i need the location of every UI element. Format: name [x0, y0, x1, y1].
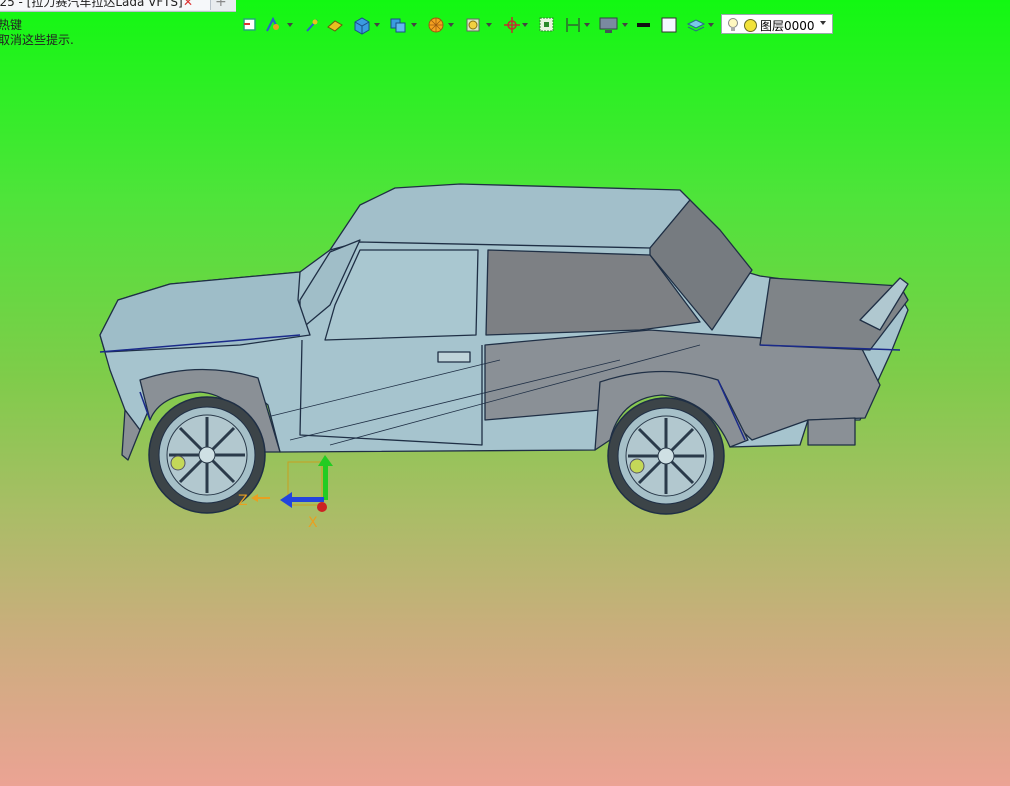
front-wheel[interactable]: [148, 396, 266, 514]
z-axis-label: Z: [238, 493, 248, 509]
y-axis-arrow: [323, 462, 328, 500]
3d-viewport[interactable]: Z X: [0, 0, 1010, 786]
x-axis-origin: [317, 502, 327, 512]
z-axis-arrow: [290, 497, 324, 502]
rear-wheel[interactable]: [607, 397, 725, 515]
x-axis-label: X: [308, 515, 318, 531]
